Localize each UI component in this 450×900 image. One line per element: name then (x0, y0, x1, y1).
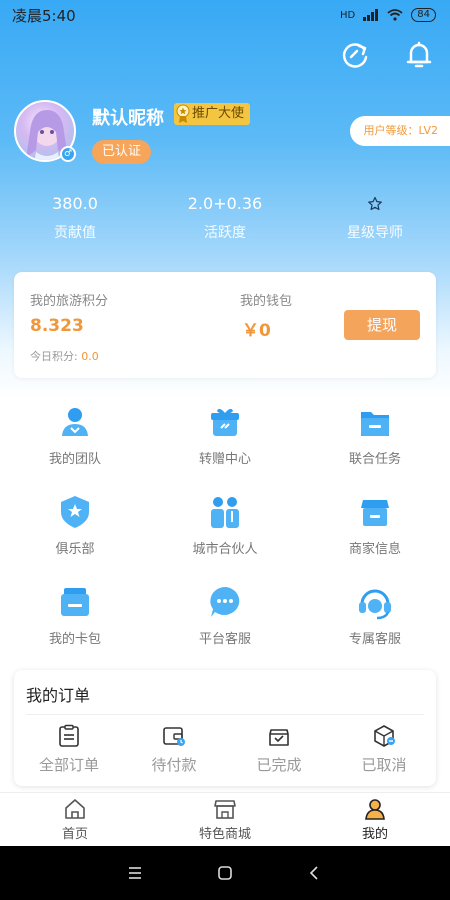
grid-item-platform-service[interactable]: 平台客服 (150, 582, 300, 672)
grid-label: 我的团队 (48, 452, 101, 467)
profile-header: ♂ 默认昵称 推广大使 已认证 用户等级：LV2 (14, 100, 450, 170)
feature-grid: 我的团队 转赠中心 联合任务 俱乐部 城市合伙人 商家信息 我的卡包 平台客服 … (0, 402, 450, 672)
tab-shop[interactable]: 特色商城 (150, 793, 300, 846)
order-cancelled[interactable]: 已取消 (334, 724, 434, 775)
home-icon (65, 799, 85, 819)
my-orders-card: 我的订单 全部订单 待付款 已完成 已取消 (14, 670, 436, 786)
today-points: 今日积分: 0.0 (30, 348, 99, 364)
user-icon (365, 799, 385, 820)
grid-label: 俱乐部 (55, 542, 95, 557)
order-label: 待付款 (151, 756, 197, 774)
today-points-label: 今日积分: (30, 350, 78, 363)
stat-contribution[interactable]: 380.0 贡献值 (0, 192, 150, 252)
shield-star-icon (61, 496, 89, 528)
order-all[interactable]: 全部订单 (19, 724, 119, 775)
grid-item-club[interactable]: 俱乐部 (0, 492, 150, 582)
back-icon[interactable] (306, 864, 324, 882)
partners-icon (211, 497, 239, 528)
stat-value (300, 192, 450, 216)
today-points-value: 0.0 (81, 350, 99, 363)
grid-label: 联合任务 (348, 452, 401, 467)
network-indicator: HD (340, 9, 356, 21)
box-check-icon (269, 729, 289, 746)
folder-icon (361, 412, 389, 436)
system-nav-bar (0, 846, 450, 900)
stat-label: 活跃度 (204, 225, 246, 241)
promo-badge: 推广大使 (174, 103, 251, 125)
grid-label: 转赠中心 (198, 452, 251, 467)
tab-mine[interactable]: 我的 (300, 793, 450, 846)
bell-icon[interactable] (402, 38, 436, 72)
order-label: 已完成 (256, 756, 302, 774)
grid-label: 我的卡包 (48, 632, 101, 647)
grid-item-team[interactable]: 我的团队 (0, 402, 150, 492)
stat-label: 贡献值 (54, 225, 96, 241)
gender-male-icon: ♂ (60, 146, 76, 162)
status-time: 凌晨5:40 (12, 6, 76, 25)
signal-icon (363, 9, 379, 21)
orders-title: 我的订单 (26, 686, 91, 705)
chat-icon (210, 587, 240, 617)
stat-value: 2.0+0.36 (187, 194, 263, 213)
tab-label: 特色商城 (198, 827, 251, 842)
bottom-tab-bar: 首页 特色商城 我的 (0, 792, 450, 846)
tab-label: 首页 (61, 827, 88, 842)
grid-label: 城市合伙人 (192, 542, 258, 557)
stat-activity[interactable]: 2.0+0.36 活跃度 (150, 192, 300, 252)
grid-item-dedicated-service[interactable]: 专属客服 (300, 582, 450, 672)
grid-item-gift-center[interactable]: 转赠中心 (150, 402, 300, 492)
points-wallet-card: 我的旅游积分 8.323 今日积分: 0.0 我的钱包 ￥0 提现 (14, 272, 436, 378)
status-indicators: HD 84 (340, 8, 436, 22)
stats-row: 380.0 贡献值 2.0+0.36 活跃度 星级导师 (0, 192, 450, 252)
grid-label: 专属客服 (348, 632, 401, 647)
top-actions (338, 38, 436, 72)
promo-badge-label: 推广大使 (192, 106, 245, 121)
grid-item-city-partner[interactable]: 城市合伙人 (150, 492, 300, 582)
wifi-icon (387, 9, 403, 21)
grid-label: 商家信息 (348, 542, 401, 557)
wallet-label: 我的钱包 (240, 294, 293, 309)
divider (26, 714, 424, 715)
grid-item-joint-task[interactable]: 联合任务 (300, 402, 450, 492)
tab-home[interactable]: 首页 (0, 793, 150, 846)
card-wallet-icon (61, 588, 89, 616)
star-icon (368, 196, 382, 211)
home-square-icon[interactable] (216, 864, 234, 882)
order-label: 已取消 (361, 756, 407, 774)
store-icon (361, 500, 389, 526)
team-icon (62, 408, 88, 436)
withdraw-button[interactable]: 提现 (344, 310, 420, 340)
order-completed[interactable]: 已完成 (229, 724, 329, 775)
verified-badge: 已认证 (92, 140, 152, 164)
order-pending-payment[interactable]: 待付款 (124, 724, 224, 775)
grid-label: 平台客服 (198, 632, 251, 647)
status-bar: 凌晨5:40 HD 84 (0, 0, 450, 30)
stat-label: 星级导师 (347, 225, 403, 241)
gift-icon (211, 408, 239, 436)
points-value[interactable]: 8.323 (30, 316, 84, 336)
menu-icon[interactable] (126, 864, 144, 882)
user-level-pill[interactable]: 用户等级：LV2 (349, 116, 450, 146)
nickname[interactable]: 默认昵称 (92, 104, 164, 130)
grid-item-merchant-info[interactable]: 商家信息 (300, 492, 450, 582)
stat-value: 380.0 (52, 194, 98, 213)
grid-item-card-wallet[interactable]: 我的卡包 (0, 582, 150, 672)
wallet-value[interactable]: ￥0 (242, 316, 271, 341)
order-label: 全部订单 (38, 756, 99, 774)
clipboard-icon (59, 724, 79, 747)
stat-star-mentor[interactable]: 星级导师 (300, 192, 450, 252)
headset-icon (359, 589, 391, 620)
medal-icon (176, 104, 190, 123)
box-cancel-icon (374, 725, 395, 747)
share-refresh-icon[interactable] (338, 38, 372, 72)
battery-indicator: 84 (411, 8, 436, 22)
tab-label: 我的 (361, 827, 388, 842)
points-label: 我的旅游积分 (30, 294, 109, 309)
wallet-clock-icon (163, 727, 185, 746)
shop-icon (214, 800, 236, 819)
